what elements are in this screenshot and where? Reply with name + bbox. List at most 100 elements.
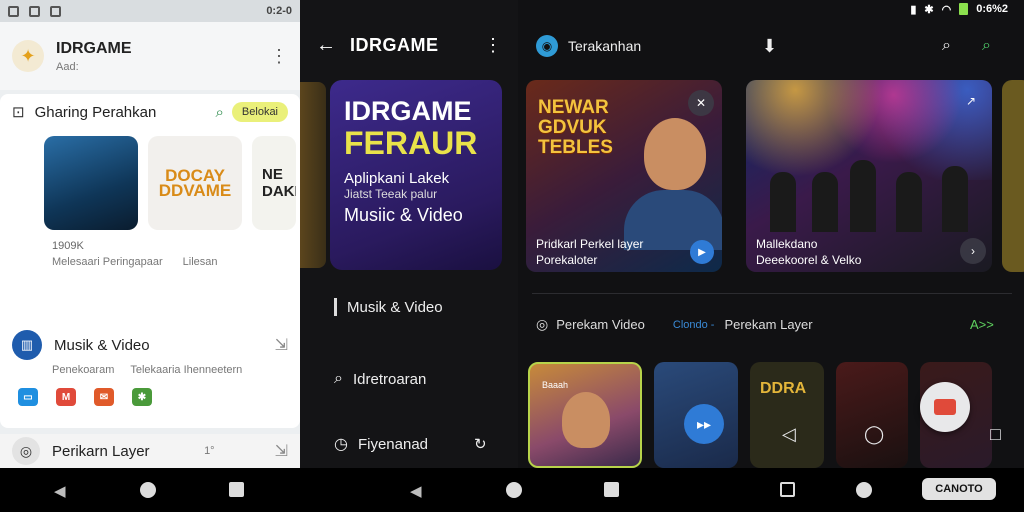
drawer-item-2[interactable]: ⌕ Idretroaran [334, 370, 426, 388]
app-logo-icon: ✦ [12, 40, 44, 72]
meta-text: Lilesan [182, 256, 218, 268]
more-vertical-icon[interactable]: ⋮ [484, 35, 502, 56]
featured-card-2[interactable]: ↗ Mallekdano Deeekoorel & Velko › [746, 80, 992, 272]
thumbnail-concert[interactable] [44, 136, 138, 230]
notification-icon [50, 5, 61, 17]
thumbnail-logo[interactable]: DOCAY DDVAME [148, 136, 242, 230]
media-app-icon[interactable]: M [56, 388, 76, 406]
refresh-icon[interactable]: ↻ [474, 435, 487, 453]
meta-text: Penekoaram [52, 364, 115, 376]
arrow-left-icon[interactable]: ← [316, 34, 336, 57]
hero-line-1: IDRGAME [344, 96, 472, 126]
hero-line-2: FERAUR [344, 125, 478, 161]
see-more-link[interactable]: A>> [970, 317, 994, 332]
tile-logo: DDRA [760, 380, 807, 397]
section-header: ⊡ Gharing Perahkan ⌕ Belokai [0, 94, 300, 130]
record-fab-button[interactable] [920, 382, 970, 432]
card-caption-2: Porekaloter [536, 253, 598, 267]
drawer-item-3[interactable]: ◷ Fiyenanad ↻ [334, 434, 487, 454]
meta-text: Telekaaria Ihenneetern [130, 364, 243, 376]
hero-line-3: Aplipkani Lakek [344, 170, 450, 187]
more-vertical-icon[interactable]: ⋮ [270, 46, 288, 67]
thumbnail-row: DOCAY DDVAME NE DAKN [0, 130, 300, 230]
view-count: 1909K [52, 240, 84, 252]
back-icon[interactable]: ◀ [54, 482, 66, 500]
app-bar: ✦ IDRGAME Aad: ⋮ [0, 22, 300, 90]
list-item-music-video[interactable]: ▥ Musik & Video ⇲ [0, 326, 300, 364]
square-icon[interactable]: □ [990, 424, 1001, 445]
download-icon[interactable]: ⬇ [762, 36, 777, 57]
drawer-item-music-video[interactable]: Musik & Video [334, 298, 443, 316]
chevron-right-icon[interactable]: › [960, 238, 986, 264]
home-icon[interactable] [506, 482, 522, 498]
tile-tag: Baaah [542, 380, 569, 390]
screenshot-root: 0:2-0 ✦ IDRGAME Aad: ⋮ ⊡ Gharing Perahka… [0, 0, 1024, 512]
battery-icon [959, 3, 969, 15]
nav-pill-button[interactable]: CANOTO [922, 478, 996, 500]
status-bar: ▮ ✱ ◠ 0:6%2 [518, 0, 1024, 18]
system-nav-bar: ◀ ◀ CANOTO [0, 468, 1024, 512]
band-figure [812, 172, 838, 232]
timer-icon: ◷ [334, 436, 348, 453]
app-icons-row: ▭ M ✉ ✱ [0, 376, 300, 406]
zoom-icon[interactable]: ⌕ [982, 37, 991, 55]
featured-card-1[interactable]: NEWAR GDVUK TEBLES ✕ Pridkarl Perkel lay… [526, 80, 722, 272]
share-icon[interactable]: ↗ [958, 88, 984, 114]
presenter-image [644, 118, 706, 190]
category-list: ▥ Musik & Video ⇲ Penekoaram Telekaaria … [0, 326, 300, 406]
section-title: Gharing Perahkan [34, 103, 157, 121]
list-item-screen-recorder[interactable]: ◎ Perikarn Layer 1° ⇲ [0, 434, 300, 468]
video-tile[interactable]: Baaah [528, 362, 642, 468]
share-icon: ⊡ [12, 104, 25, 121]
app-title: IDRGAME [56, 39, 132, 57]
drawer-item-label: Musik & Video [347, 298, 443, 316]
video-tile[interactable]: DDRA [750, 362, 824, 468]
back-icon[interactable]: ◀ [410, 482, 422, 500]
wifi-icon: ◠ [941, 3, 952, 16]
thumbnail-partial[interactable]: NE DAKN [252, 136, 296, 230]
chat-icon[interactable]: ◯ [864, 424, 884, 445]
play-icon[interactable]: ▸▸ [684, 404, 724, 444]
featured-card-3[interactable] [1002, 80, 1024, 272]
card-title: NEWAR GDVUK TEBLES [538, 97, 613, 158]
app-logo-icon: ◉ [536, 35, 558, 57]
mail-app-icon[interactable]: ✉ [94, 388, 114, 406]
tab-video-recorder[interactable]: Perekam Video [556, 317, 645, 332]
record-icon: ◎ [12, 437, 40, 465]
tab-row: ◎ Perekam Video Clondo - Perekam Layer A… [536, 316, 1024, 333]
pin-icon[interactable]: ⇲ [275, 335, 288, 355]
home-icon[interactable] [140, 482, 156, 498]
list-item-label: Musik & Video [54, 336, 150, 354]
filter-pill[interactable]: Belokai [231, 102, 288, 122]
recents-icon[interactable] [229, 482, 244, 497]
back-icon[interactable]: ◁ [782, 424, 796, 445]
recents-icon[interactable] [604, 482, 619, 497]
list-meta: Penekoaram Telekaaria Ihenneetern [0, 364, 300, 376]
search-icon[interactable]: ⌕ [942, 37, 951, 55]
music-icon: ▥ [12, 330, 42, 360]
recording-icon: ⌕ [334, 370, 343, 387]
screenshot-icon[interactable] [780, 482, 795, 497]
hero-peek [300, 82, 326, 268]
divider [532, 293, 1012, 294]
hero-line-4: Jiatst Teeak palur [344, 187, 438, 201]
play-icon[interactable]: ▶ [690, 240, 714, 264]
band-figure [770, 172, 796, 232]
hero-banner[interactable]: IDRGAME FERAUR Aplipkani Lakek Jiatst Te… [330, 80, 502, 270]
drawer-top-bar: ← IDRGAME ⋮ [300, 0, 518, 90]
pin-icon[interactable]: ⇲ [275, 441, 288, 461]
video-tile[interactable] [836, 362, 908, 468]
search-icon[interactable]: ⌕ [216, 104, 224, 121]
tab-screen-recorder[interactable]: Perekam Layer [724, 317, 812, 332]
photos-app-icon[interactable]: ✱ [132, 388, 152, 406]
status-time: 0:6%2 [976, 3, 1008, 15]
notification-icon [8, 5, 19, 17]
card-caption-1: Pridkarl Perkel layer [536, 237, 644, 251]
close-icon[interactable]: ✕ [688, 90, 714, 116]
tile-person [562, 392, 610, 448]
chat-app-icon[interactable]: ▭ [18, 388, 38, 406]
assistant-icon[interactable] [856, 482, 872, 498]
meta-text: Melesaari Peringapaar [52, 256, 163, 268]
band-figure [850, 160, 876, 232]
left-panel: 0:2-0 ✦ IDRGAME Aad: ⋮ ⊡ Gharing Perahka… [0, 0, 300, 468]
